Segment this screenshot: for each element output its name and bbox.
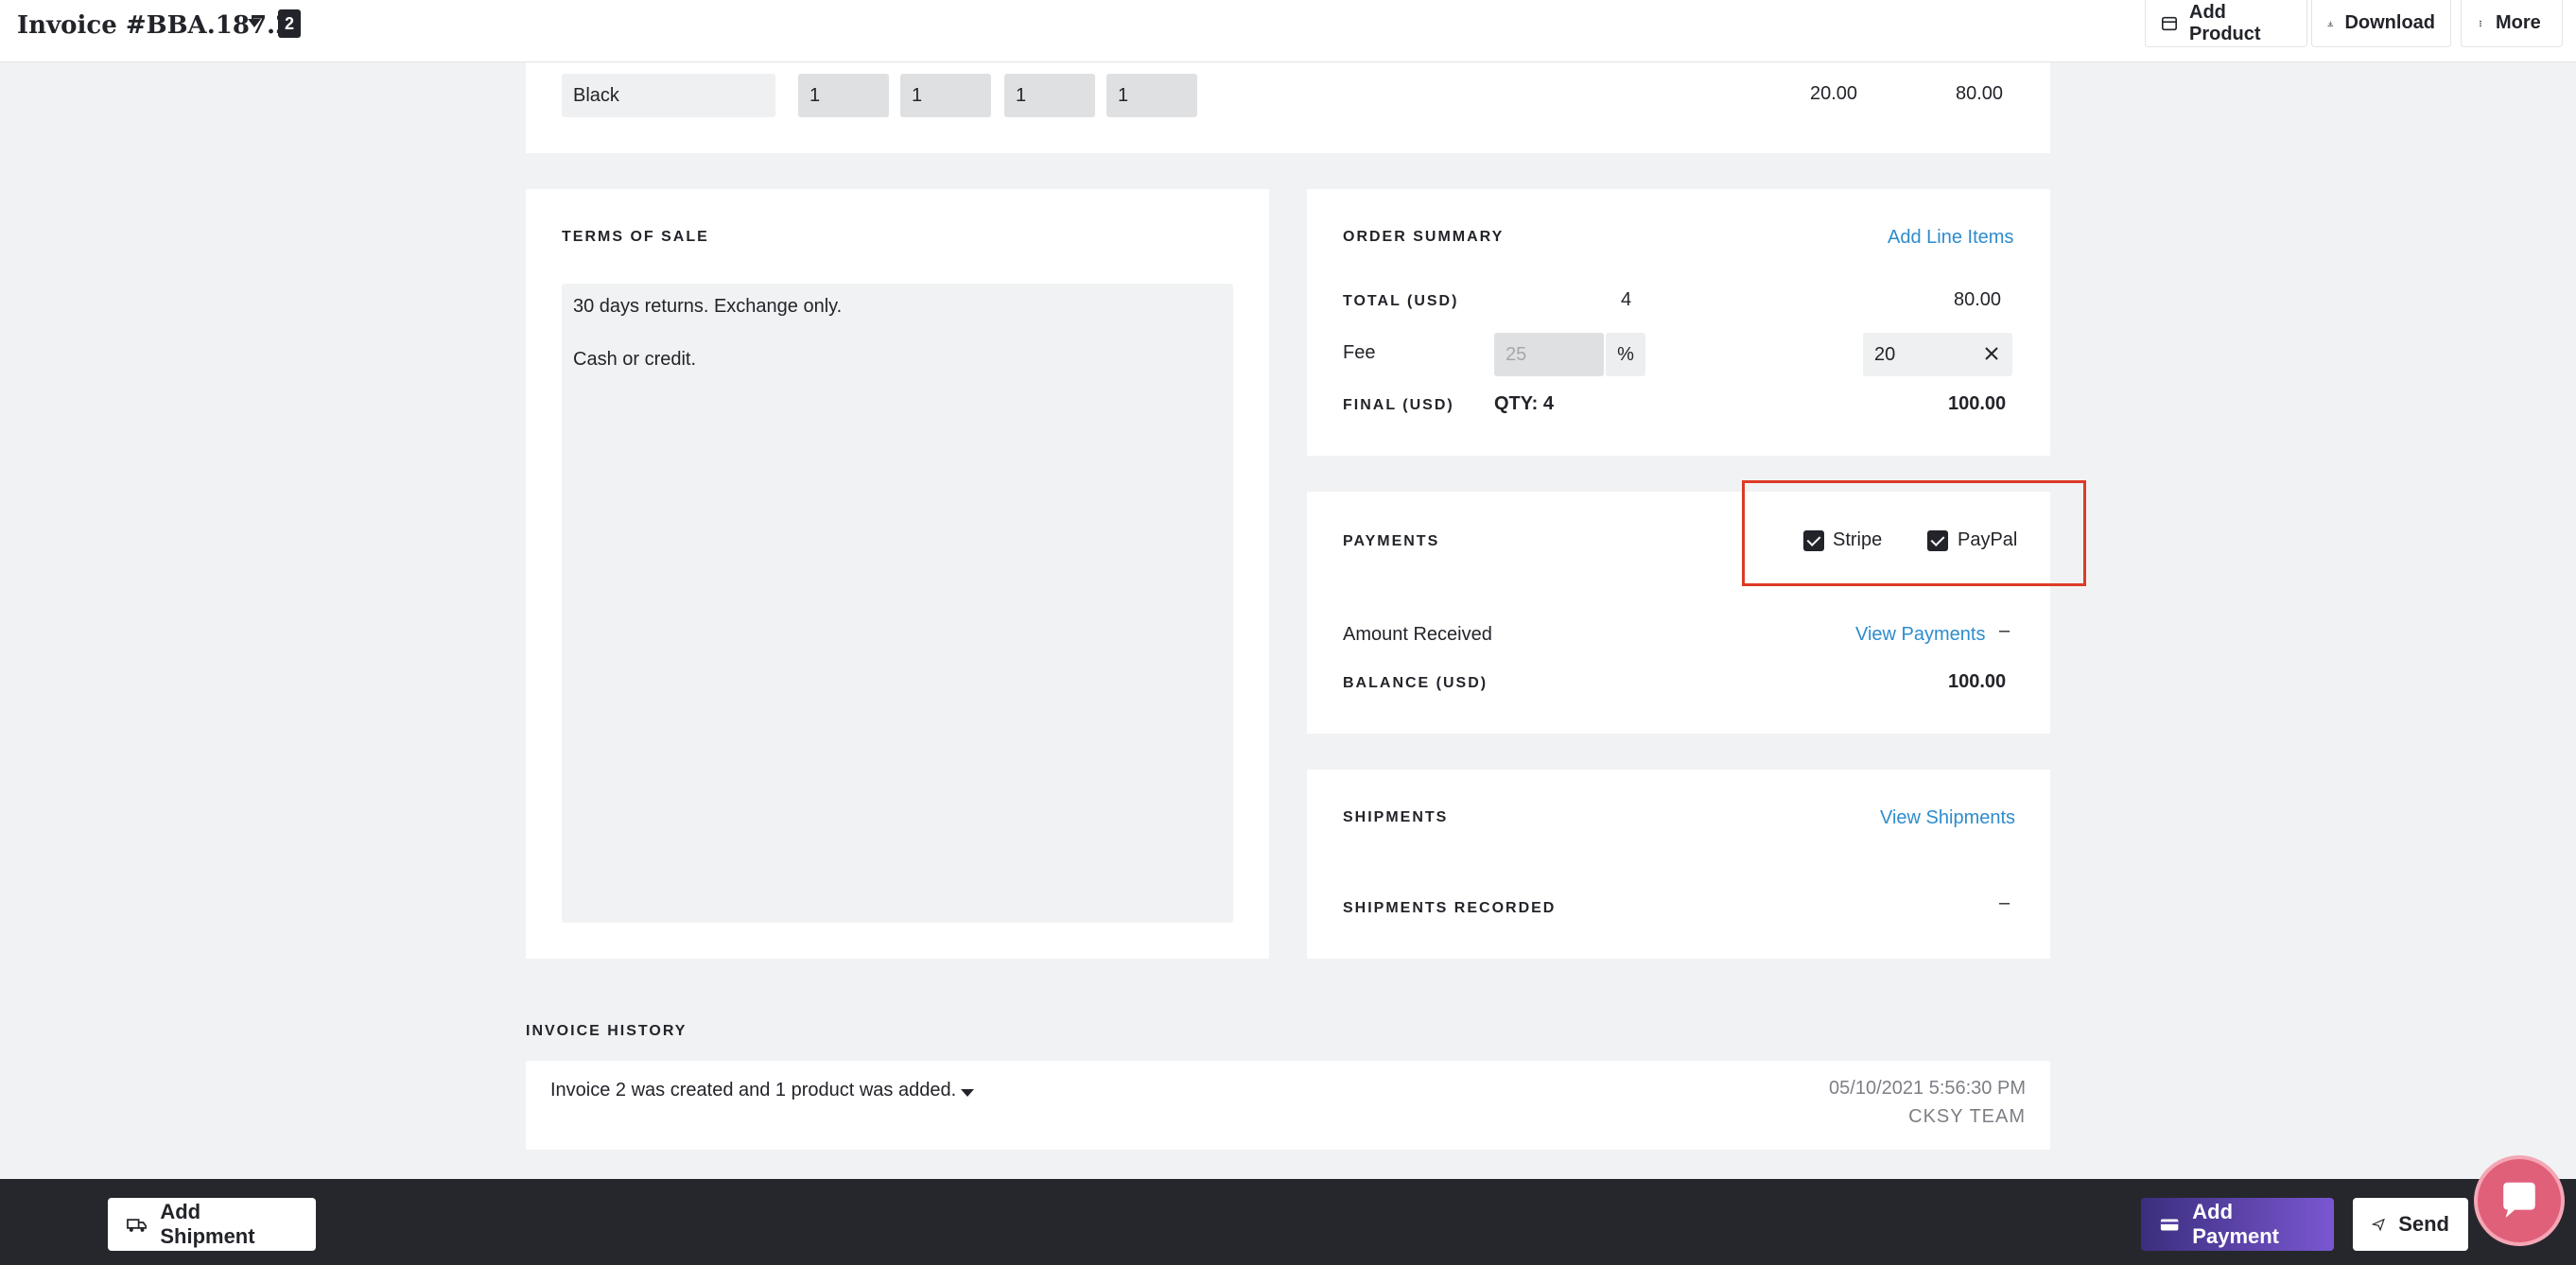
shipments-card: [1307, 770, 2050, 959]
total-label: TOTAL (USD): [1343, 293, 1459, 309]
qty-input[interactable]: 1: [1004, 74, 1095, 117]
qty-input[interactable]: 1: [798, 74, 889, 117]
total-qty: 4: [1621, 289, 1632, 310]
shipments-recorded-label: SHIPMENTS RECORDED: [1343, 900, 1557, 916]
payments-heading: PAYMENTS: [1343, 533, 1440, 549]
chat-icon: [2503, 1182, 2535, 1218]
vertical-dots-icon: [2480, 20, 2481, 26]
add-line-items-link[interactable]: Add Line Items: [1888, 227, 2013, 249]
terms-textarea[interactable]: 30 days returns. Exchange only. Cash or …: [562, 284, 1233, 923]
final-qty: QTY: 4: [1494, 393, 1554, 414]
add-payment-label: Add Payment: [2192, 1200, 2280, 1248]
shipments-recorded-value: –: [1999, 892, 2010, 913]
total-value: 80.00: [1954, 289, 2002, 310]
bottom-action-bar: Add Shipment Add Payment Send: [0, 1179, 2576, 1265]
amount-received-value: –: [1999, 620, 2010, 641]
line-item-card: Black 1 1 1 1 20.00 80.00: [526, 62, 2050, 153]
history-entry-text: Invoice 2 was created and 1 product was …: [550, 1080, 957, 1100]
history-entry: Invoice 2 was created and 1 product was …: [526, 1061, 2050, 1150]
shipments-heading: SHIPMENTS: [1343, 809, 1449, 825]
view-shipments-link[interactable]: View Shipments: [1880, 807, 2015, 829]
send-icon: [2372, 1218, 2385, 1232]
credit-card-icon: [2160, 1219, 2179, 1231]
final-label: FINAL (USD): [1343, 397, 1454, 413]
download-button[interactable]: Download: [2311, 0, 2451, 47]
add-shipment-label: Add Shipment: [160, 1200, 255, 1248]
download-label: Download: [2344, 12, 2435, 33]
top-bar: Invoice #BBA.187.2 2 Add Product Downloa…: [0, 0, 2576, 62]
terms-line: Cash or credit.: [573, 349, 697, 370]
fee-label: Fee: [1343, 342, 1376, 363]
more-button[interactable]: More: [2461, 0, 2563, 47]
close-icon[interactable]: [1984, 346, 1999, 361]
view-payments-link[interactable]: View Payments: [1855, 624, 1985, 646]
percent-toggle[interactable]: %: [1606, 333, 1645, 376]
history-entry-author: CKSY TEAM: [1908, 1106, 2026, 1127]
download-icon: [2327, 20, 2333, 26]
add-shipment-button[interactable]: Add Shipment: [108, 1198, 316, 1251]
amount-received-label: Amount Received: [1343, 624, 1492, 645]
history-heading: INVOICE HISTORY: [526, 1023, 688, 1039]
add-product-label: Add Product: [2189, 1, 2261, 44]
history-entry-date: 05/10/2021 5:56:30 PM: [1829, 1078, 2026, 1099]
qty-input[interactable]: 1: [1106, 74, 1197, 117]
store-icon: [2161, 16, 2178, 30]
balance-label: BALANCE (USD): [1343, 675, 1488, 691]
fee-percent-input[interactable]: 25: [1494, 333, 1604, 376]
color-cell[interactable]: Black: [562, 74, 775, 117]
send-button[interactable]: Send: [2353, 1198, 2468, 1251]
chevron-down-icon[interactable]: [248, 19, 261, 27]
send-label: Send: [2398, 1212, 2449, 1236]
add-product-button[interactable]: Add Product: [2145, 0, 2307, 47]
final-value: 100.00: [1948, 393, 2007, 414]
more-label: More: [2496, 12, 2541, 33]
chat-widget-button[interactable]: [2474, 1155, 2565, 1246]
qty-input[interactable]: 1: [900, 74, 991, 117]
terms-line: 30 days returns. Exchange only.: [573, 296, 843, 317]
highlight-annotation: [1742, 480, 2086, 586]
line-total: 80.00: [1956, 83, 2004, 104]
invoice-version-badge[interactable]: 2: [278, 9, 301, 38]
order-summary-heading: ORDER SUMMARY: [1343, 229, 1505, 245]
terms-heading: TERMS OF SALE: [562, 229, 709, 245]
add-payment-button[interactable]: Add Payment: [2141, 1198, 2334, 1251]
chevron-down-icon[interactable]: [961, 1089, 974, 1097]
truck-icon: [127, 1219, 148, 1232]
unit-price: 20.00: [1810, 83, 1858, 104]
balance-value: 100.00: [1948, 671, 2007, 692]
